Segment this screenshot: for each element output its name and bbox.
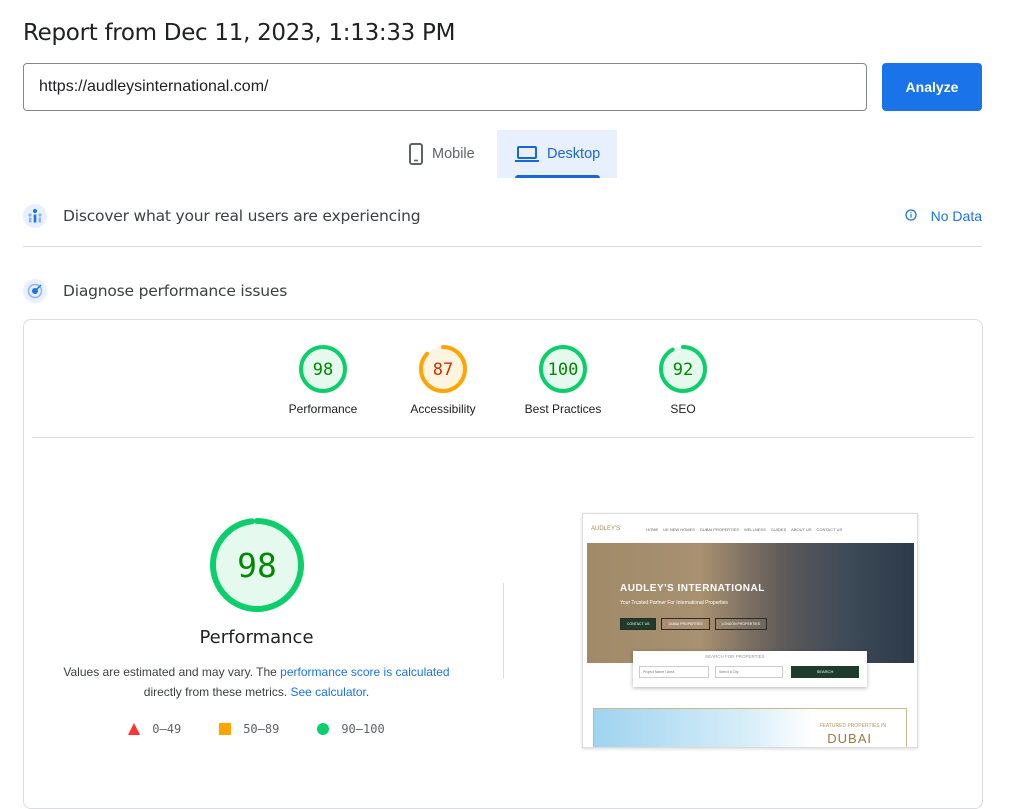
desc-text-2: directly from these metrics. [143, 685, 291, 699]
score-gauges: 98 Performance 87 Accessibility 100 Best Prac… [24, 344, 982, 424]
square-icon [219, 723, 232, 735]
gauge-score-text: 98 [237, 546, 277, 585]
gauge-seo[interactable]: 92 SEO [623, 344, 743, 416]
desc-text-3: . [365, 685, 370, 699]
screenshot-nav-item: GUIDES [770, 526, 787, 532]
gauge-label: Performance [288, 402, 358, 416]
legend-label-fail: 0–49 [152, 722, 182, 736]
tab-mobile-label: Mobile [432, 146, 475, 162]
gauge-score-text: 100 [548, 360, 579, 380]
gauge-score-text: 87 [433, 360, 453, 380]
circle-icon [317, 723, 330, 735]
score-gauge-icon: 92 [659, 345, 707, 393]
report-title: Report from Dec 11, 2023, 1:13:33 PM [23, 20, 456, 46]
laptop-icon [515, 146, 539, 162]
gauge-accessibility[interactable]: 87 Accessibility [383, 344, 503, 416]
legend-item-average: 50–89 [219, 722, 279, 736]
screenshot-hero-subtitle: Your Trusted Partner For International P… [620, 600, 728, 606]
screenshot-hero: AUDLEY'S INTERNATIONAL Your Trusted Part… [587, 543, 914, 663]
url-input[interactable] [23, 63, 867, 111]
screenshot-hero-button: DUBAI PROPERTIES [661, 618, 710, 630]
triangle-icon [128, 723, 141, 735]
screenshot-featured-text: FEATURED PROPERTIES IN [819, 723, 887, 729]
tab-desktop-label: Desktop [547, 146, 601, 162]
performance-summary: 98 Performance Values are estimated and … [24, 515, 489, 736]
screenshot-nav-item: WELLNESS [743, 526, 766, 532]
final-screenshot[interactable]: AUDLEY'S HOME UK NEW HOMES DUBAI PROPERT… [582, 513, 918, 748]
screenshot-search-title: SEARCH FOR PROPERTIES [705, 654, 765, 659]
info-icon [904, 208, 917, 224]
gauge-score-text: 92 [673, 360, 693, 380]
vertical-separator [503, 583, 504, 678]
tab-mobile[interactable]: Mobile [398, 130, 496, 178]
screenshot-logo: AUDLEY'S [591, 526, 621, 532]
screenshot-search-field: Project Name / Area [639, 666, 709, 678]
field-data-header: Discover what your real users are experi… [23, 203, 982, 229]
performance-big-gauge: 98 [209, 518, 304, 612]
screenshot-search-button: SEARCH [791, 666, 859, 678]
screenshot-nav-item: UK NEW HOMES [663, 526, 695, 532]
gauge-label: SEO [670, 402, 696, 416]
screenshot-nav-item: ABOUT US [791, 526, 812, 532]
see-calculator-link[interactable]: See calculator [290, 685, 365, 699]
tab-selected-indicator [515, 175, 600, 178]
screenshot-hero-title: AUDLEY'S INTERNATIONAL [620, 583, 765, 594]
screenshot-hero-buttons: CONTACT US DUBAI PROPERTIES LONDON PROPE… [620, 618, 768, 630]
users-chart-icon [23, 204, 47, 228]
screenshot-city-select: Select a City [715, 666, 783, 678]
field-data-title: Discover what your real users are experi… [63, 207, 421, 225]
legend-label-average: 50–89 [243, 722, 280, 736]
legend-label-pass: 90–100 [341, 722, 385, 736]
lab-data-card: 98 Performance 87 Accessibility 100 Best Prac… [23, 319, 983, 809]
screenshot-featured-banner: FEATURED PROPERTIES IN DUBAI [593, 708, 907, 747]
screenshot-hero-button: LONDON PROPERTIES [714, 618, 768, 630]
legend-item-fail: 0–49 [128, 722, 181, 736]
lab-data-header: Diagnose performance issues [23, 278, 982, 304]
screenshot-hero-button: CONTACT US [620, 618, 657, 630]
screenshot-search-box: SEARCH FOR PROPERTIES Project Name / Are… [633, 651, 867, 687]
gauge-score-text: 98 [313, 360, 333, 380]
no-data-label: No Data [930, 208, 982, 224]
gauge-performance[interactable]: 98 Performance [263, 344, 383, 416]
gauge-label: Best Practices [524, 402, 602, 416]
screenshot-nav-item: CONTACT US [816, 526, 843, 532]
screenshot-featured-city: DUBAI [827, 731, 872, 746]
lab-data-title: Diagnose performance issues [63, 282, 288, 300]
diagnose-icon [23, 279, 47, 303]
desc-text-1: Values are estimated and may vary. The [63, 665, 281, 679]
no-data-status[interactable]: No Data [904, 208, 982, 224]
gauge-label: Accessibility [410, 402, 476, 416]
performance-title: Performance [199, 627, 314, 648]
score-calculated-link[interactable]: performance score is calculated [280, 665, 449, 679]
performance-description: Values are estimated and may vary. The p… [24, 662, 489, 702]
gauge-best-practices[interactable]: 100 Best Practices [503, 344, 623, 416]
screenshot-nav-item: HOME [646, 526, 659, 532]
screenshot-nav-item: DUBAI PROPERTIES [699, 526, 739, 532]
section-divider [23, 246, 982, 247]
screenshot-nav: AUDLEY'S HOME UK NEW HOMES DUBAI PROPERT… [583, 514, 917, 544]
mobile-icon [409, 143, 423, 165]
tab-desktop[interactable]: Desktop [497, 130, 617, 178]
score-gauge-icon: 100 [539, 345, 587, 393]
legend-item-pass: 90–100 [317, 722, 385, 736]
score-gauge-icon: 98 [299, 345, 347, 393]
analyze-button[interactable]: Analyze [882, 63, 982, 111]
score-legend: 0–49 50–89 90–100 [24, 722, 489, 736]
card-divider [32, 437, 974, 438]
score-gauge-icon: 87 [419, 345, 467, 393]
